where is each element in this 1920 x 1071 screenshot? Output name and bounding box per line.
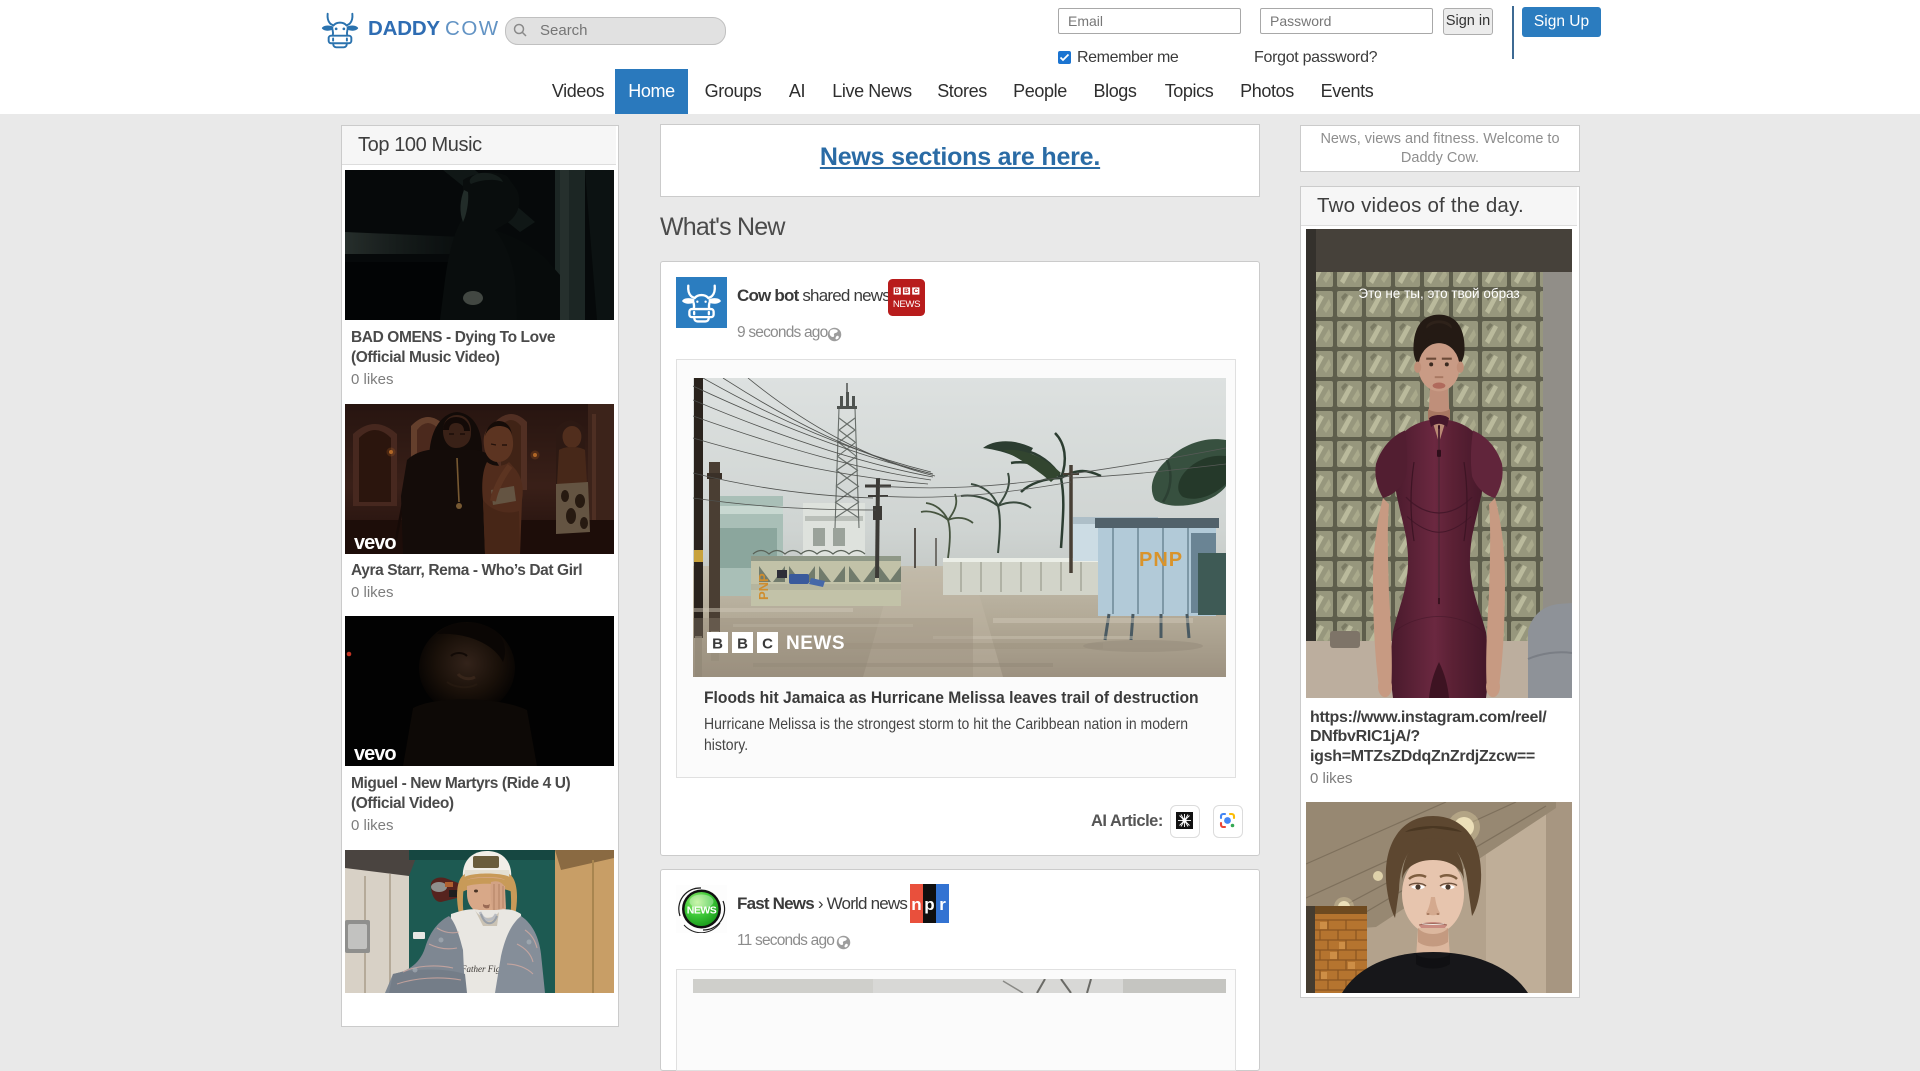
svg-text:C: C (762, 636, 773, 653)
svg-text:B: B (712, 636, 723, 653)
svg-text:B: B (737, 636, 748, 653)
svg-text:p: p (924, 895, 934, 914)
svg-text:r: r (939, 895, 946, 914)
svg-text:Это не ты, это твой образ: Это не ты, это твой образ (1358, 286, 1519, 301)
svg-text:B: B (904, 288, 909, 295)
svg-text:NEWS: NEWS (687, 905, 717, 917)
svg-text:vevo: vevo (354, 532, 396, 554)
svg-text:n: n (911, 895, 921, 914)
svg-text:C: C (914, 288, 919, 295)
svg-text:vevo: vevo (354, 743, 396, 765)
svg-text:NEWS: NEWS (786, 633, 845, 654)
svg-text:PNP: PNP (1139, 549, 1183, 571)
svg-text:PNP: PNP (756, 573, 771, 600)
svg-text:B: B (895, 288, 900, 295)
svg-text:NEWS: NEWS (893, 299, 920, 310)
